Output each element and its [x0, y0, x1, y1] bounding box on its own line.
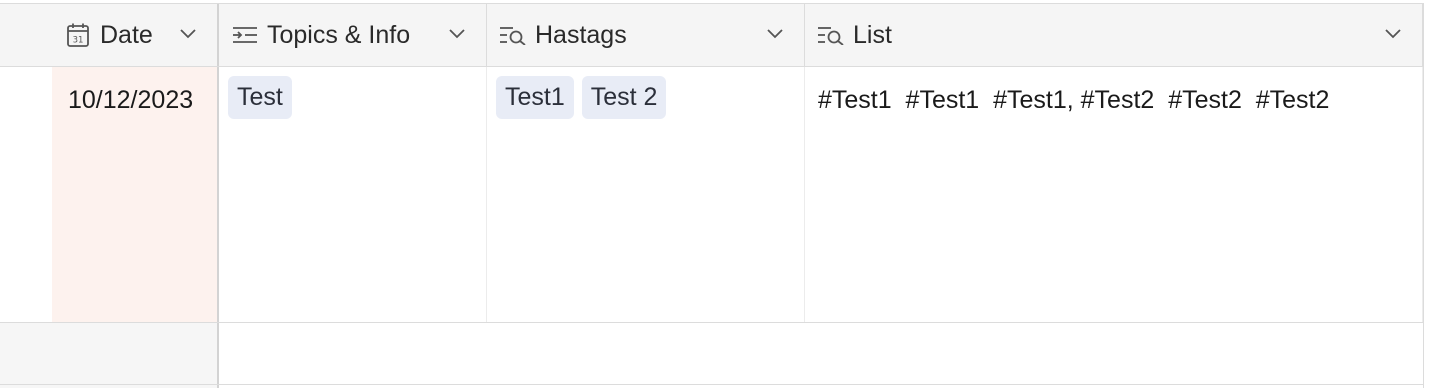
column-header-hashtags[interactable]: Hastags — [487, 4, 805, 66]
column-label-topics: Topics & Info — [267, 20, 411, 49]
chevron-down-icon[interactable] — [177, 23, 199, 45]
hashtags-cell[interactable]: Test1 Test 2 — [487, 67, 805, 322]
chevron-down-icon[interactable] — [1382, 23, 1404, 45]
column-header-date[interactable]: 31 Date — [52, 4, 219, 66]
table-row[interactable]: 10/12/2023 Test Test1 Test 2 #Test1 #Tes… — [0, 67, 1423, 323]
list-value: #Test1 #Test1 #Test1, #Test2 #Test2 #Tes… — [818, 86, 1330, 114]
chevron-down-icon[interactable] — [764, 23, 786, 45]
topics-cell[interactable]: Test — [219, 67, 487, 322]
column-label-hashtags: Hastags — [535, 20, 627, 49]
hashtag-tag[interactable]: Test1 — [496, 76, 574, 119]
lookup-icon — [499, 21, 527, 49]
svg-text:31: 31 — [73, 36, 84, 46]
date-value: 10/12/2023 — [68, 86, 194, 114]
data-grid: 31 Date Topics & Info Hastags List 10/12… — [0, 0, 1436, 388]
empty-row-left-block — [0, 323, 219, 384]
right-gutter — [1423, 3, 1436, 388]
calendar-icon: 31 — [64, 21, 92, 49]
grid-header: 31 Date Topics & Info Hastags List — [0, 3, 1423, 67]
list-cell[interactable]: #Test1 #Test1 #Test1, #Test2 #Test2 #Tes… — [805, 67, 1423, 322]
hashtag-tag[interactable]: Test 2 — [581, 76, 667, 119]
date-cell[interactable]: 10/12/2023 — [52, 67, 219, 322]
lookup-icon — [817, 21, 845, 49]
topic-tag[interactable]: Test — [228, 76, 292, 119]
text-indent-icon — [231, 21, 259, 49]
topics-tag-list: Test — [228, 76, 292, 119]
column-label-list: List — [853, 20, 892, 49]
row-gutter[interactable] — [0, 67, 52, 322]
column-header-topics[interactable]: Topics & Info — [219, 4, 487, 66]
column-header-list[interactable]: List — [805, 4, 1423, 66]
empty-row[interactable] — [0, 323, 1423, 385]
column-label-date: Date — [100, 20, 153, 49]
chevron-down-icon[interactable] — [446, 23, 468, 45]
row-header-spacer — [0, 4, 52, 66]
hashtags-tag-list: Test1 Test 2 — [496, 76, 667, 119]
